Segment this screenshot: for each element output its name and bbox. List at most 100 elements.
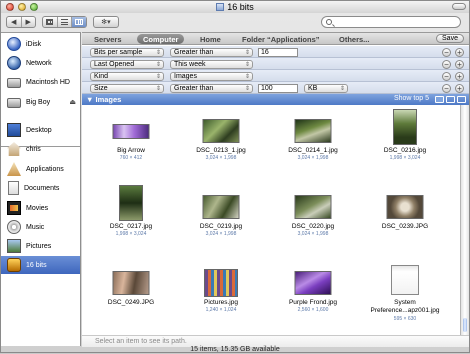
image-thumbnail	[294, 195, 332, 219]
action-menu[interactable]: ✻▾	[93, 16, 119, 28]
icon-view-button[interactable]	[43, 17, 58, 27]
eject-icon[interactable]: ⏏	[69, 98, 76, 106]
scope-others[interactable]: Others...	[339, 34, 369, 44]
column-view-icon	[75, 19, 84, 25]
operator-popup[interactable]: Greater than	[170, 48, 253, 57]
add-criterion-button[interactable]: +	[455, 72, 464, 81]
column-view-button[interactable]	[72, 17, 87, 27]
list-view-icon[interactable]	[446, 96, 455, 103]
file-item[interactable]: System Preference...apz001.jpg 595 × 630	[365, 259, 445, 335]
sidebar-item-idisk[interactable]: iDisk	[1, 35, 80, 53]
unit-popup[interactable]: KB	[304, 84, 348, 93]
scope-computer[interactable]: Computer	[137, 34, 185, 44]
file-item[interactable]: DSC_0214_1.jpg 3,024 × 1,998	[273, 107, 353, 173]
slideshow-icon[interactable]	[435, 96, 444, 103]
attribute-popup[interactable]: Kind	[90, 72, 164, 81]
file-item[interactable]: DSC_0219.jpg 3,024 × 1,998	[181, 183, 261, 249]
hard-disk-icon	[7, 78, 21, 88]
image-thumbnail	[119, 185, 143, 221]
operator-popup[interactable]: Greater than	[170, 84, 253, 93]
sidebar-item-chris[interactable]: chris	[1, 140, 80, 158]
file-item[interactable]: DSC_0213_1.jpg 3,024 × 1,998	[181, 107, 261, 173]
add-criterion-button[interactable]: +	[455, 60, 464, 69]
group-title[interactable]: ▼ Images	[86, 95, 121, 104]
sidebar-item-movies[interactable]: Movies	[1, 199, 80, 217]
icon-view-icon[interactable]	[457, 96, 466, 103]
show-top-link[interactable]: Show top 5	[394, 95, 429, 102]
attribute-popup[interactable]: Bits per sample	[90, 48, 164, 57]
sidebar-item-applications[interactable]: Applications	[1, 160, 80, 178]
idisk-icon	[7, 37, 21, 51]
main-pane: Servers Computer Home Folder “Applicatio…	[82, 32, 469, 347]
file-item[interactable]: DSC_0216.jpg 1,998 × 3,024	[365, 107, 445, 173]
sidebar: iDisk Network Macintosh HD Big Boy ⏏ Desk…	[1, 32, 81, 346]
image-thumbnail	[112, 124, 150, 139]
sidebar-item-desktop[interactable]: Desktop	[1, 121, 80, 139]
file-item[interactable]: DSC_0239.JPG	[365, 183, 445, 249]
remove-criterion-button[interactable]: −	[442, 84, 451, 93]
image-thumbnail	[391, 265, 419, 295]
criteria-row: Last Opened This week − +	[82, 58, 469, 70]
file-item[interactable]: Big Arrow 760 × 412	[91, 107, 171, 173]
list-view-icon	[61, 19, 68, 25]
title-bar[interactable]: 16 bits	[1, 1, 469, 13]
toolbar: ◀ ▶ ✻▾	[1, 13, 469, 32]
view-switcher	[42, 16, 87, 28]
sidebar-item-big-boy[interactable]: Big Boy ⏏	[1, 93, 80, 111]
scope-folder-applications[interactable]: Folder “Applications”	[242, 34, 320, 44]
file-item[interactable]: DSC_0217.jpg 1,998 × 3,024	[91, 183, 171, 249]
search-field[interactable]	[321, 16, 461, 28]
results-group-header[interactable]: ▼ Images Show top 5	[82, 94, 469, 105]
file-item[interactable]: Purple Frond.jpg 2,560 × 1,600	[273, 259, 353, 325]
sidebar-item-documents[interactable]: Documents	[1, 179, 80, 197]
movies-icon	[7, 201, 21, 215]
back-button[interactable]: ◀	[7, 17, 22, 27]
remove-criterion-button[interactable]: −	[442, 48, 451, 57]
save-button[interactable]: Save	[436, 34, 464, 43]
results-grid: Big Arrow 760 × 412 DSC_0213_1.jpg 3,024…	[82, 105, 460, 335]
add-criterion-button[interactable]: +	[455, 48, 464, 57]
image-thumbnail	[202, 195, 240, 219]
sidebar-item-macintosh-hd[interactable]: Macintosh HD	[1, 73, 80, 91]
external-disk-icon	[7, 98, 21, 108]
nav-buttons: ◀ ▶	[6, 16, 36, 28]
back-icon: ◀	[11, 19, 17, 26]
attribute-popup[interactable]: Last Opened	[90, 60, 164, 69]
image-thumbnail	[204, 269, 238, 297]
attribute-popup[interactable]: Size	[90, 84, 164, 93]
scope-servers[interactable]: Servers	[94, 34, 122, 44]
image-thumbnail	[386, 195, 424, 219]
sidebar-item-16-bits[interactable]: 16 bits	[1, 256, 80, 274]
documents-icon	[8, 181, 19, 195]
add-criterion-button[interactable]: +	[455, 84, 464, 93]
criteria-row: Size Greater than 100 KB − +	[82, 82, 469, 94]
finder-window: 16 bits ◀ ▶ ✻▾ iDisk Network Macintosh H…	[0, 0, 470, 353]
sidebar-item-music[interactable]: Music	[1, 218, 80, 236]
criteria-row: Kind Images − +	[82, 70, 469, 82]
scope-home[interactable]: Home	[200, 34, 221, 44]
search-input[interactable]	[335, 18, 455, 26]
file-item[interactable]: Pictures.jpg 1,240 × 1,024	[181, 259, 261, 325]
operator-popup[interactable]: Images	[170, 72, 253, 81]
smart-folder-icon	[7, 258, 21, 272]
operator-popup[interactable]: This week	[170, 60, 253, 69]
sidebar-item-pictures[interactable]: Pictures	[1, 237, 80, 255]
sidebar-item-network[interactable]: Network	[1, 54, 80, 72]
image-thumbnail	[202, 119, 240, 143]
forward-button[interactable]: ▶	[22, 17, 36, 27]
value-field[interactable]: 100	[258, 84, 298, 93]
gear-icon: ✻▾	[101, 19, 111, 26]
remove-criterion-button[interactable]: −	[442, 60, 451, 69]
remove-criterion-button[interactable]: −	[442, 72, 451, 81]
desktop-icon	[7, 123, 21, 137]
list-view-button[interactable]	[58, 17, 73, 27]
toolbar-toggle-button[interactable]	[452, 3, 466, 10]
file-item[interactable]: DSC_0220.jpg 3,024 × 1,998	[273, 183, 353, 249]
vertical-scrollbar[interactable]	[460, 105, 469, 335]
file-item[interactable]: DSC_0249.JPG	[91, 259, 171, 325]
grid-view-icon	[46, 19, 54, 25]
image-thumbnail	[112, 271, 150, 295]
value-field[interactable]: 16	[258, 48, 298, 57]
image-thumbnail	[393, 109, 417, 145]
image-thumbnail	[294, 271, 332, 295]
